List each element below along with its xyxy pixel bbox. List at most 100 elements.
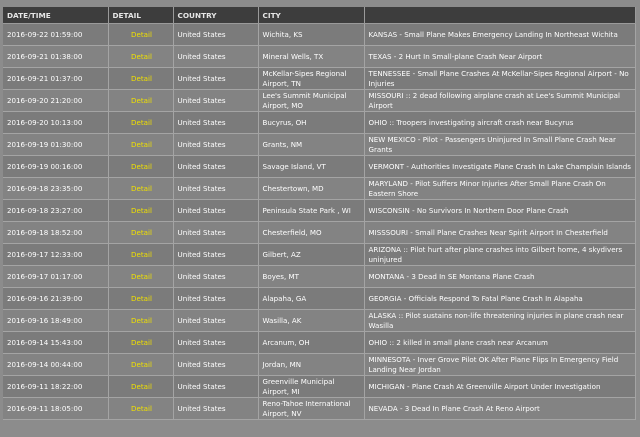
row-country: United States: [173, 353, 259, 376]
row-title: KANSAS - Small Plane Makes Emergency Lan…: [364, 23, 636, 46]
row-detail-cell: Detail: [108, 111, 174, 134]
table-row: 2016-09-17 12:33:00 Detail United States Gi…: [3, 243, 636, 266]
detail-link[interactable]: Detail: [131, 206, 152, 215]
row-title: ARIZONA :: Pilot hurt after plane crashe…: [364, 243, 636, 266]
row-detail-cell: Detail: [108, 89, 174, 112]
detail-link[interactable]: Detail: [131, 30, 152, 39]
row-date-time: 2016-09-21 01:37:00: [3, 67, 109, 90]
table-row: 2016-09-16 21:39:00 Detail United States Al…: [3, 287, 636, 310]
row-detail-cell: Detail: [108, 397, 174, 420]
table-header-row: DATE/TIME DETAIL COUNTRY CITY: [3, 7, 636, 24]
row-date-time: 2016-09-14 15:43:00: [3, 331, 109, 354]
detail-link[interactable]: Detail: [131, 52, 152, 61]
detail-link[interactable]: Detail: [131, 272, 152, 281]
row-detail-cell: Detail: [108, 331, 174, 354]
detail-link[interactable]: Detail: [131, 162, 152, 171]
row-city: Boyes, MT: [258, 265, 365, 288]
row-date-time: 2016-09-20 10:13:00: [3, 111, 109, 134]
row-country: United States: [173, 67, 259, 90]
row-date-time: 2016-09-11 18:22:00: [3, 375, 109, 398]
detail-link[interactable]: Detail: [131, 338, 152, 347]
row-title: MARYLAND - Pilot Suffers Minor Injuries …: [364, 177, 636, 200]
row-date-time: 2016-09-22 01:59:00: [3, 23, 109, 46]
row-detail-cell: Detail: [108, 45, 174, 68]
row-country: United States: [173, 375, 259, 398]
table-row: 2016-09-18 23:35:00 Detail United States Ch…: [3, 177, 636, 200]
row-city: Chesterfield, MO: [258, 221, 365, 244]
row-date-time: 2016-09-20 21:20:00: [3, 89, 109, 112]
row-date-time: 2016-09-11 18:05:00: [3, 397, 109, 420]
table-row: 2016-09-18 23:27:00 Detail United States Pe…: [3, 199, 636, 222]
row-date-time: 2016-09-21 01:38:00: [3, 45, 109, 68]
row-title: WISCONSIN - No Survivors In Northern Doo…: [364, 199, 636, 222]
row-title: MONTANA - 3 Dead In SE Montana Plane Cra…: [364, 265, 636, 288]
detail-link[interactable]: Detail: [131, 294, 152, 303]
detail-link[interactable]: Detail: [131, 184, 152, 193]
table-body: 2016-09-22 01:59:00 Detail United States Wi…: [3, 23, 636, 420]
row-country: United States: [173, 133, 259, 156]
header-city[interactable]: CITY: [258, 7, 365, 24]
row-detail-cell: Detail: [108, 243, 174, 266]
row-date-time: 2016-09-17 01:17:00: [3, 265, 109, 288]
table-row: 2016-09-11 18:22:00 Detail United States Gr…: [3, 375, 636, 398]
row-title: MICHIGAN - Plane Crash At Greenville Air…: [364, 375, 636, 398]
row-date-time: 2016-09-14 00:44:00: [3, 353, 109, 376]
crash-table-container: DATE/TIME DETAIL COUNTRY CITY 2016-09-22…: [3, 7, 636, 420]
row-country: United States: [173, 265, 259, 288]
row-city: Wichita, KS: [258, 23, 365, 46]
header-detail[interactable]: DETAIL: [108, 7, 174, 24]
row-country: United States: [173, 221, 259, 244]
detail-link[interactable]: Detail: [131, 316, 152, 325]
row-city: Arcanum, OH: [258, 331, 365, 354]
row-title: OHIO :: Troopers investigating aircraft …: [364, 111, 636, 134]
detail-link[interactable]: Detail: [131, 360, 152, 369]
header-country[interactable]: COUNTRY: [173, 7, 259, 24]
crash-table: DATE/TIME DETAIL COUNTRY CITY 2016-09-22…: [3, 7, 636, 420]
row-title: GEORGIA - Officials Respond To Fatal Pla…: [364, 287, 636, 310]
row-country: United States: [173, 287, 259, 310]
row-city: Bucyrus, OH: [258, 111, 365, 134]
row-detail-cell: Detail: [108, 155, 174, 178]
table-row: 2016-09-19 00:16:00 Detail United States Sa…: [3, 155, 636, 178]
row-country: United States: [173, 89, 259, 112]
row-country: United States: [173, 331, 259, 354]
row-detail-cell: Detail: [108, 375, 174, 398]
row-date-time: 2016-09-19 01:30:00: [3, 133, 109, 156]
row-title: VERMONT - Authorities Investigate Plane …: [364, 155, 636, 178]
row-city: Wasilla, AK: [258, 309, 365, 332]
row-title: NEW MEXICO - Pilot - Passengers Uninjure…: [364, 133, 636, 156]
row-title: NEVADA - 3 Dead In Plane Crash At Reno A…: [364, 397, 636, 420]
detail-link[interactable]: Detail: [131, 140, 152, 149]
row-date-time: 2016-09-18 23:27:00: [3, 199, 109, 222]
detail-link[interactable]: Detail: [131, 382, 152, 391]
detail-link[interactable]: Detail: [131, 250, 152, 259]
row-detail-cell: Detail: [108, 265, 174, 288]
row-detail-cell: Detail: [108, 177, 174, 200]
row-country: United States: [173, 397, 259, 420]
row-date-time: 2016-09-19 00:16:00: [3, 155, 109, 178]
table-row: 2016-09-20 21:20:00 Detail United States Le…: [3, 89, 636, 112]
detail-link[interactable]: Detail: [131, 404, 152, 413]
table-row: 2016-09-17 01:17:00 Detail United States Bo…: [3, 265, 636, 288]
row-city: Savage Island, VT: [258, 155, 365, 178]
detail-link[interactable]: Detail: [131, 228, 152, 237]
table-row: 2016-09-14 15:43:00 Detail United States Ar…: [3, 331, 636, 354]
row-detail-cell: Detail: [108, 199, 174, 222]
detail-link[interactable]: Detail: [131, 74, 152, 83]
row-detail-cell: Detail: [108, 353, 174, 376]
row-date-time: 2016-09-17 12:33:00: [3, 243, 109, 266]
row-country: United States: [173, 177, 259, 200]
row-city: Mineral Wells, TX: [258, 45, 365, 68]
row-detail-cell: Detail: [108, 67, 174, 90]
header-date-time[interactable]: DATE/TIME: [3, 7, 109, 24]
row-title: TENNESSEE - Small Plane Crashes At McKel…: [364, 67, 636, 90]
detail-link[interactable]: Detail: [131, 118, 152, 127]
table-row: 2016-09-22 01:59:00 Detail United States Wi…: [3, 23, 636, 46]
table-row: 2016-09-11 18:05:00 Detail United States Re…: [3, 397, 636, 420]
row-city: Greenville Municipal Airport, MI: [258, 375, 365, 398]
table-row: 2016-09-21 01:37:00 Detail United States Mc…: [3, 67, 636, 90]
row-detail-cell: Detail: [108, 133, 174, 156]
detail-link[interactable]: Detail: [131, 96, 152, 105]
row-city: Gilbert, AZ: [258, 243, 365, 266]
row-country: United States: [173, 23, 259, 46]
